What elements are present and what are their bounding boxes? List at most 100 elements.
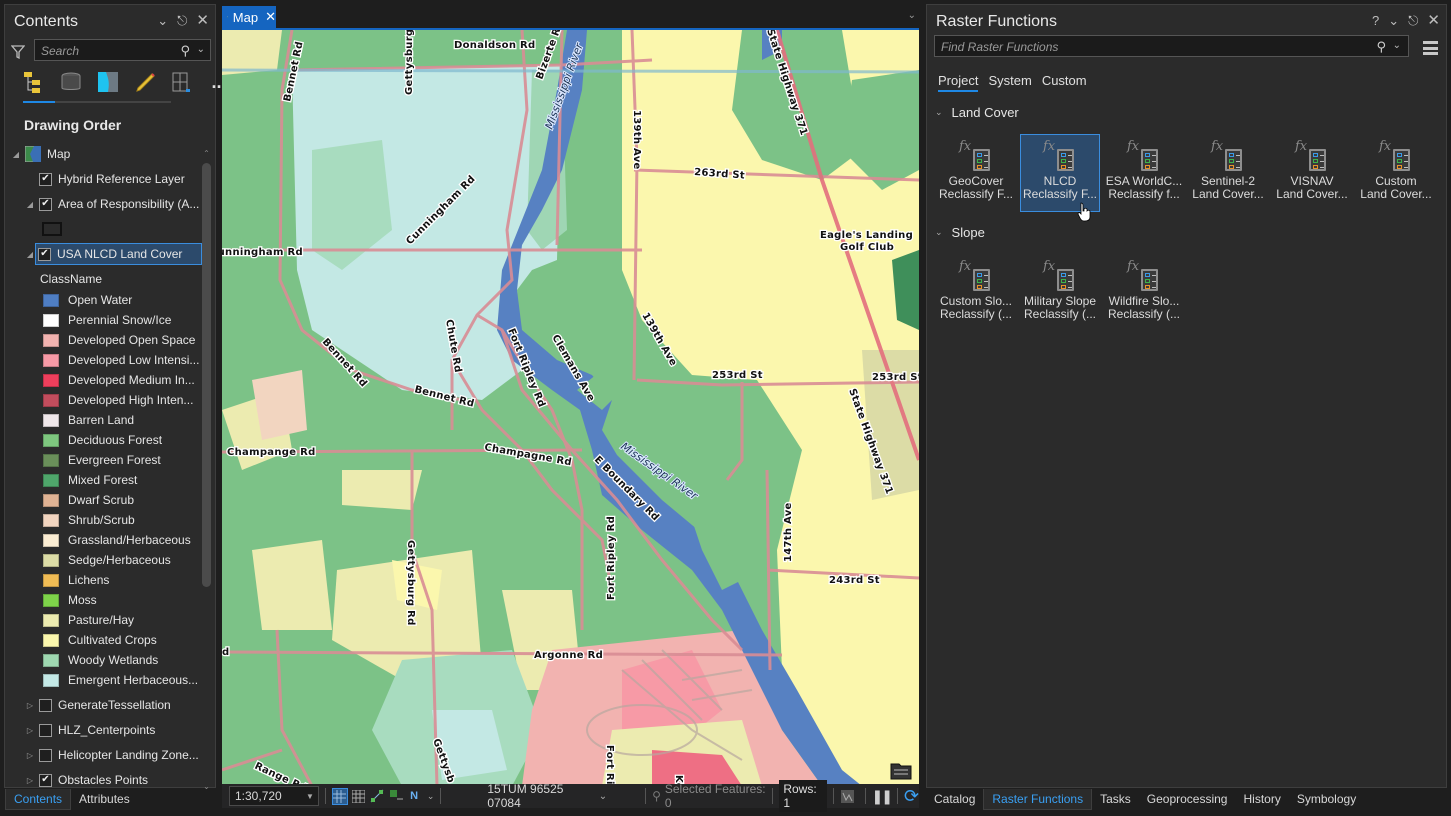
layer-visibility-checkbox[interactable]: ✔ xyxy=(39,172,52,186)
collapse-triangle-icon[interactable]: ◢ xyxy=(25,250,35,259)
legend-swatch[interactable] xyxy=(43,533,59,547)
pin-icon[interactable]: ⎋ xyxy=(1408,14,1418,28)
layer-visibility-checkbox[interactable]: ✔ xyxy=(38,247,51,261)
legend-item[interactable]: Cultivated Crops xyxy=(43,629,157,651)
legend-item[interactable]: Lichens xyxy=(43,569,109,591)
raster-function-item[interactable]: fx GeoCover Reclassify F... xyxy=(936,134,1016,212)
list-by-snapping-icon[interactable] xyxy=(169,69,195,95)
legend-swatch[interactable] xyxy=(43,573,59,587)
north-arrow-icon[interactable]: N xyxy=(406,788,422,805)
legend-swatch[interactable] xyxy=(43,673,59,687)
raster-function-item[interactable]: fx Military Slope Reclassify (... xyxy=(1020,254,1100,332)
tools-dropdown-icon[interactable]: ⌄ xyxy=(427,791,435,802)
list-by-editing-icon[interactable] xyxy=(132,69,158,95)
collapse-triangle-icon[interactable]: ◢ xyxy=(11,150,21,159)
raster-function-item[interactable]: fx VISNAV Land Cover... xyxy=(1272,134,1352,212)
legend-item[interactable]: Woody Wetlands xyxy=(43,649,158,671)
legend-swatch[interactable] xyxy=(43,513,59,527)
menu-icon[interactable] xyxy=(1423,41,1438,55)
tab-attributes[interactable]: Attributes xyxy=(71,789,138,810)
tree-item-helicopter-landing-zone[interactable]: ▷ Helicopter Landing Zone... xyxy=(25,744,199,766)
legend-item[interactable]: Grassland/Herbaceous xyxy=(43,529,191,551)
group-header-land-cover[interactable]: ⌄ Land Cover xyxy=(935,105,1019,120)
legend-swatch[interactable] xyxy=(43,473,59,487)
find-raster-functions-input[interactable]: Find Raster Functions ⚲ ⌄ xyxy=(934,35,1409,57)
aor-symbol-swatch[interactable] xyxy=(42,222,62,236)
list-by-selection-icon[interactable] xyxy=(95,69,121,95)
group-header-slope[interactable]: ⌄ Slope xyxy=(935,225,985,240)
legend-item[interactable]: Barren Land xyxy=(43,409,134,431)
collapse-chevron-icon[interactable]: ⌄ xyxy=(935,107,943,118)
chart-icon[interactable] xyxy=(840,788,856,805)
scale-selector[interactable]: 1:30,720 ▼ xyxy=(229,786,319,806)
tree-item-hlz-centerpoints[interactable]: ▷ HLZ_Centerpoints xyxy=(25,719,155,741)
map-svg[interactable]: Donaldson Rd Bennet Rd Gettysburg Rd Biz… xyxy=(222,30,919,784)
legend-swatch[interactable] xyxy=(43,633,59,647)
legend-item[interactable]: Pasture/Hay xyxy=(43,609,134,631)
legend-swatch[interactable] xyxy=(43,553,59,567)
search-dropdown-chevron-icon[interactable]: ⌄ xyxy=(197,44,205,55)
tab-geoprocessing[interactable]: Geoprocessing xyxy=(1139,789,1236,810)
tree-item-hybrid-reference[interactable]: ✔ Hybrid Reference Layer xyxy=(25,168,185,190)
legend-item[interactable]: Perennial Snow/Ice xyxy=(43,309,171,331)
legend-item[interactable]: Sedge/Herbaceous xyxy=(43,549,171,571)
expand-triangle-icon[interactable]: ▷ xyxy=(25,701,35,710)
help-icon[interactable]: ? xyxy=(1372,14,1379,28)
layer-visibility-checkbox[interactable] xyxy=(39,723,52,737)
tab-contents[interactable]: Contents xyxy=(5,789,72,810)
subtab-system[interactable]: System xyxy=(988,73,1031,92)
layer-visibility-checkbox[interactable] xyxy=(39,748,52,762)
pane-options-chevron-icon[interactable]: ⌄ xyxy=(1388,14,1399,28)
subtab-custom[interactable]: Custom xyxy=(1042,73,1087,92)
pane-options-chevron-icon[interactable]: ⌄ xyxy=(157,14,168,28)
tree-item-generate-tessellation[interactable]: ▷ GenerateTessellation xyxy=(25,694,171,716)
tab-raster-functions[interactable]: Raster Functions xyxy=(983,789,1093,810)
raster-function-item[interactable]: fx Sentinel-2 Land Cover... xyxy=(1188,134,1268,212)
tree-item-area-of-responsibility[interactable]: ◢ ✔ Area of Responsibility (A... xyxy=(25,193,199,215)
contents-scrollbar[interactable]: ⌃ ⌄ xyxy=(202,149,211,791)
expand-triangle-icon[interactable]: ▷ xyxy=(25,751,35,760)
tab-catalog[interactable]: Catalog xyxy=(926,789,983,810)
legend-item[interactable]: Mixed Forest xyxy=(43,469,137,491)
legend-item[interactable]: Evergreen Forest xyxy=(43,449,161,471)
legend-swatch[interactable] xyxy=(43,413,59,427)
raster-function-item[interactable]: fx Wildfire Slo... Reclassify (... xyxy=(1104,254,1184,332)
legend-swatch[interactable] xyxy=(43,373,59,387)
legend-item[interactable]: Developed Low Intensi... xyxy=(43,349,199,371)
grid-icon[interactable] xyxy=(351,788,367,805)
pin-icon[interactable]: ⎋ xyxy=(177,14,187,28)
constraints-icon[interactable] xyxy=(388,788,404,805)
legend-item[interactable]: Emergent Herbaceous... xyxy=(43,669,198,691)
raster-function-item[interactable]: fx Custom Slo... Reclassify (... xyxy=(936,254,1016,332)
navigation-grid-icon[interactable] xyxy=(331,787,348,805)
legend-swatch[interactable] xyxy=(43,593,59,607)
snapping-icon[interactable] xyxy=(369,788,385,805)
scroll-down-icon[interactable]: ⌄ xyxy=(202,782,211,791)
legend-swatch[interactable] xyxy=(43,493,59,507)
legend-item[interactable]: Open Water xyxy=(43,289,132,311)
tree-item-usa-nlcd-land-cover[interactable]: ✔ USA NLCD Land Cover xyxy=(35,243,202,265)
tab-tasks[interactable]: Tasks xyxy=(1092,789,1139,810)
list-by-drawing-order-icon[interactable] xyxy=(21,69,47,95)
scale-dropdown-icon[interactable]: ▼ xyxy=(306,792,314,801)
legend-item[interactable]: Developed Medium In... xyxy=(43,369,195,391)
list-by-source-icon[interactable] xyxy=(58,69,84,95)
search-dropdown-chevron-icon[interactable]: ⌄ xyxy=(1393,40,1401,51)
legend-item[interactable]: Shrub/Scrub xyxy=(43,509,135,531)
legend-swatch[interactable] xyxy=(43,653,59,667)
tab-list-chevron-icon[interactable]: ⌄ xyxy=(908,10,916,21)
selected-features-icon[interactable]: ⚲ xyxy=(652,789,661,803)
filter-icon[interactable] xyxy=(11,45,25,59)
legend-swatch[interactable] xyxy=(43,333,59,347)
overview-toggle-icon[interactable] xyxy=(890,760,912,780)
legend-swatch[interactable] xyxy=(43,353,59,367)
tab-symbology[interactable]: Symbology xyxy=(1289,789,1364,810)
legend-item[interactable]: Deciduous Forest xyxy=(43,429,162,451)
raster-function-item[interactable]: fx Custom Land Cover... xyxy=(1356,134,1436,212)
legend-item[interactable]: Developed Open Space xyxy=(43,329,195,351)
scrollbar-thumb[interactable] xyxy=(202,163,211,587)
collapse-triangle-icon[interactable]: ◢ xyxy=(25,200,35,209)
raster-function-item[interactable]: fx NLCD Reclassify F... xyxy=(1020,134,1100,212)
tree-item-obstacles-points[interactable]: ▷ ✔ Obstacles Points xyxy=(25,769,148,791)
legend-item[interactable]: Moss xyxy=(43,589,97,611)
